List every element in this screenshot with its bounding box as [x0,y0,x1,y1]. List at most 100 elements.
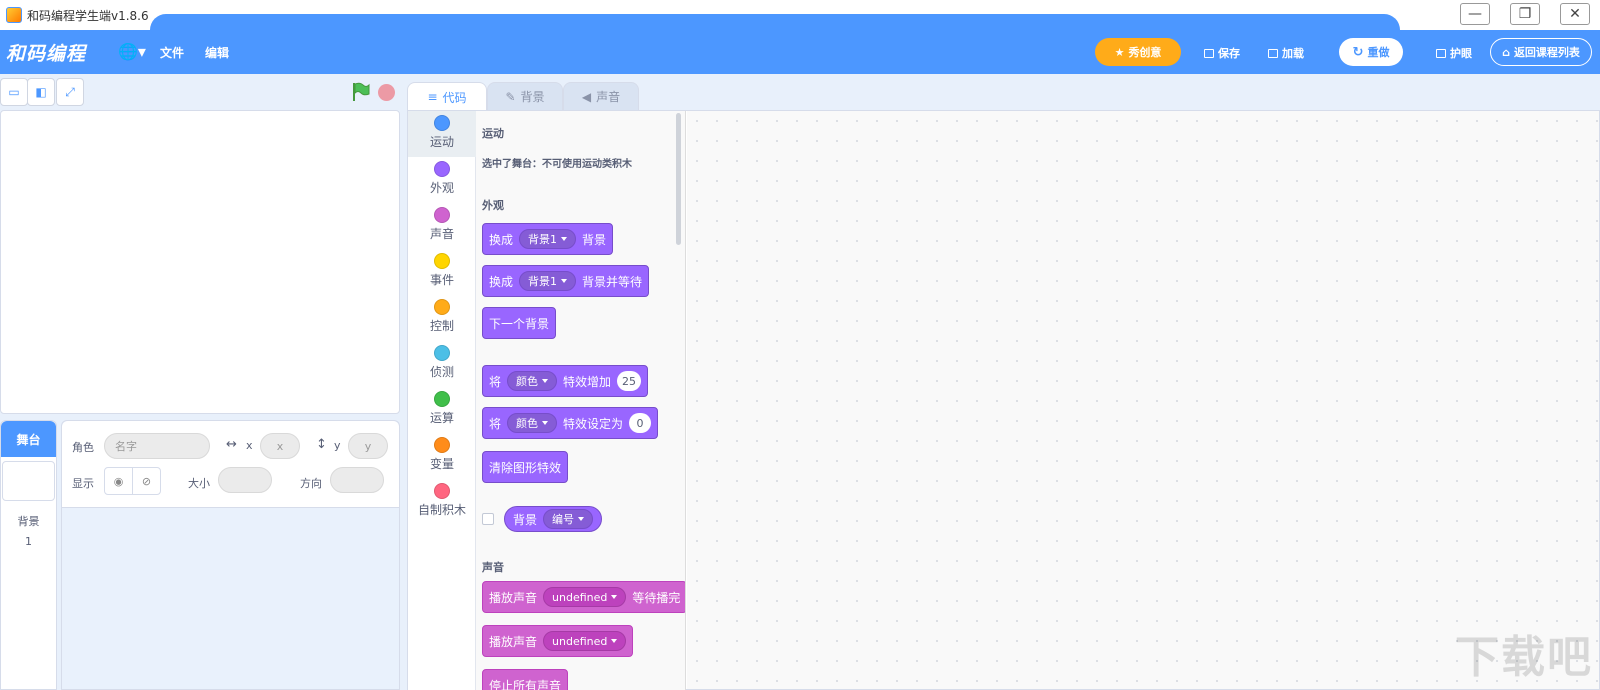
block-clear-effects[interactable]: 清除图形特效 [482,451,569,483]
sound-dropdown[interactable]: undefined [543,631,627,651]
folder-icon [1268,48,1278,58]
x-label: x [246,439,253,452]
watermark: 下载吧 [1455,632,1593,683]
palette-scrollbar[interactable] [676,113,681,245]
category-dot [434,299,450,315]
close-button[interactable]: ✕ [1560,3,1590,25]
block-stop-all-sounds[interactable]: 停止所有声音 [482,669,569,690]
size-input[interactable] [218,467,272,493]
load-button[interactable]: 加载 [1268,45,1304,61]
y-input[interactable]: y [348,433,388,459]
category-motion[interactable]: 运动 [408,111,476,157]
category-events[interactable]: 事件 [408,249,476,295]
effect-value-input[interactable]: 0 [629,413,652,433]
back-to-courses-button[interactable]: ⌂ 返回课程列表 [1490,38,1592,66]
show-label: 显示 [72,477,94,490]
script-workspace[interactable]: 下载吧 [687,111,1599,689]
category-dot [434,345,450,361]
block-change-effect[interactable]: 将 颜色 特效增加 25 [482,365,649,397]
category-control[interactable]: 控制 [408,295,476,341]
block-next-backdrop[interactable]: 下一个背景 [482,307,557,339]
block-start-sound[interactable]: 播放声音 undefined [482,625,634,657]
sprite-info: 角色 名字 ↔ x x ↕ y y 显示 ◉ ⊘ 大小 方向 [62,421,399,508]
motion-section-title: 运动 [482,127,504,140]
restart-button[interactable]: ↻ 重做 [1339,38,1403,66]
block-categories: 运动 外观 声音 事件 控制 侦测 运算 变量 自制积木 [408,111,476,690]
category-looks[interactable]: 外观 [408,157,476,203]
eye-care-button[interactable]: 护眼 [1436,45,1472,61]
category-sensing[interactable]: 侦测 [408,341,476,387]
stage-thumbnail[interactable] [2,461,55,501]
small-stage-button[interactable]: ▭ [0,78,28,106]
green-flag-icon[interactable] [352,82,370,102]
category-dot [434,253,450,269]
stop-button[interactable] [378,84,395,101]
backdrop-reporter-checkbox[interactable] [482,513,494,525]
sound-section-title: 声音 [482,561,504,574]
star-icon: ★ [1114,45,1125,59]
block-switch-backdrop[interactable]: 换成 背景1 背景 [482,223,614,255]
category-variables[interactable]: 变量 [408,433,476,479]
category-dot [434,483,450,499]
block-set-effect[interactable]: 将 颜色 特效设定为 0 [482,407,659,439]
direction-input[interactable] [330,467,384,493]
stage-toolbar: ▭ ◧ ⤢ [0,78,400,108]
title-bar: 和码编程学生端v1.8.6 — ❐ ✕ [0,0,1600,30]
x-arrow-icon: ↔ [226,437,237,452]
tab-backdrops[interactable]: ✎ 背景 [487,82,563,110]
home-icon: ⌂ [1502,45,1510,59]
eye-care-icon [1436,48,1446,58]
menu-bar: 和码编程 🌐▾ 文件 编辑 ★ 秀创意 保存 加载 ↻ 重做 护眼 ⌂ 返回课程… [0,30,1600,74]
language-globe-icon[interactable]: 🌐▾ [118,42,146,61]
block-play-sound-until-done[interactable]: 播放声音 undefined 等待播完 [482,581,685,613]
tab-code[interactable]: ≡ 代码 [407,82,487,111]
reporter-backdrop-number[interactable]: 背景 编号 [504,506,603,532]
hide-eye-icon[interactable]: ⊘ [132,467,161,495]
large-stage-button[interactable]: ◧ [27,78,55,106]
block-palette: 运动 选中了舞台：不可使用运动类积木 外观 换成 背景1 背景 换成 背景1 背… [476,111,686,690]
save-icon [1204,48,1214,58]
menu-file[interactable]: 文件 [160,44,184,61]
app-icon [6,7,22,23]
restore-button[interactable]: ❐ [1510,3,1540,25]
backdrops-label: 背景 [17,515,40,528]
category-dot [434,207,450,223]
stage-selector[interactable]: 舞台 背景 1 [0,420,57,690]
backdrop-dropdown[interactable]: 背景1 [519,229,577,249]
title-band [150,14,1400,30]
window-tab: 和码编程学生端v1.8.6 [0,0,170,30]
show-eye-icon[interactable]: ◉ [104,467,133,495]
app-logo[interactable]: 和码编程 [6,39,86,66]
brush-icon: ✎ [505,89,516,104]
window-title: 和码编程学生端v1.8.6 [27,8,149,23]
menu-edit[interactable]: 编辑 [205,44,229,61]
looks-section-title: 外观 [482,199,504,212]
code-editor: 运动 外观 声音 事件 控制 侦测 运算 变量 自制积木 运动 选中了舞台：不可… [407,110,1600,690]
backdrop-dropdown[interactable]: 背景1 [519,271,577,291]
stage-canvas[interactable] [0,110,400,414]
block-switch-backdrop-wait[interactable]: 换成 背景1 背景并等待 [482,265,650,297]
direction-label: 方向 [300,477,322,490]
show-creative-button[interactable]: ★ 秀创意 [1095,38,1181,66]
category-dot [434,437,450,453]
sprite-name-input[interactable]: 名字 [104,433,210,459]
tab-sounds[interactable]: ◀ 声音 [563,82,639,110]
stage-header: 舞台 [1,421,56,457]
category-dot [434,115,450,131]
minimize-button[interactable]: — [1460,3,1490,25]
fullscreen-button[interactable]: ⤢ [56,78,84,106]
effect-dropdown[interactable]: 颜色 [507,371,558,391]
save-button[interactable]: 保存 [1204,45,1240,61]
backdrop-attr-dropdown[interactable]: 编号 [543,509,594,529]
effect-amount-input[interactable]: 25 [617,371,642,391]
sprite-panel: 角色 名字 ↔ x x ↕ y y 显示 ◉ ⊘ 大小 方向 [61,420,400,690]
category-sound[interactable]: 声音 [408,203,476,249]
sound-dropdown[interactable]: undefined [543,587,627,607]
category-my-blocks[interactable]: 自制积木 [408,479,476,525]
effect-dropdown[interactable]: 颜色 [507,413,558,433]
refresh-icon: ↻ [1352,44,1364,60]
backdrops-count: 1 [25,535,32,548]
x-input[interactable]: x [260,433,300,459]
category-operators[interactable]: 运算 [408,387,476,433]
code-icon: ≡ [427,90,438,104]
